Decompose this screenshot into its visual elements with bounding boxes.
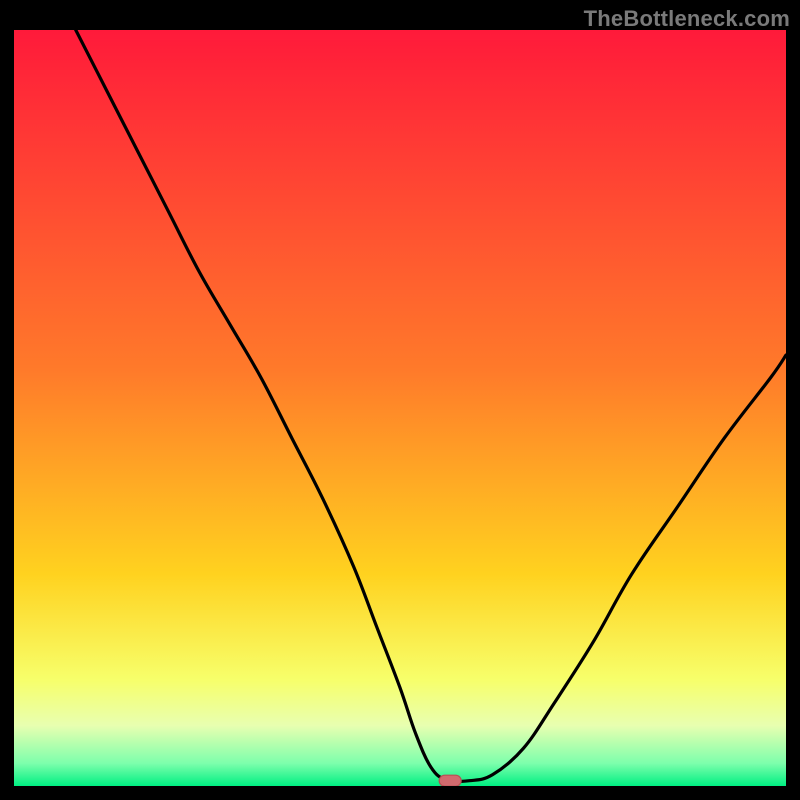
plot-area [14,30,786,786]
heat-gradient-bg [14,30,786,786]
chart-container: TheBottleneck.com [0,0,800,800]
chart-svg [14,30,786,786]
watermark-text: TheBottleneck.com [584,6,790,32]
minimum-marker [439,775,461,786]
